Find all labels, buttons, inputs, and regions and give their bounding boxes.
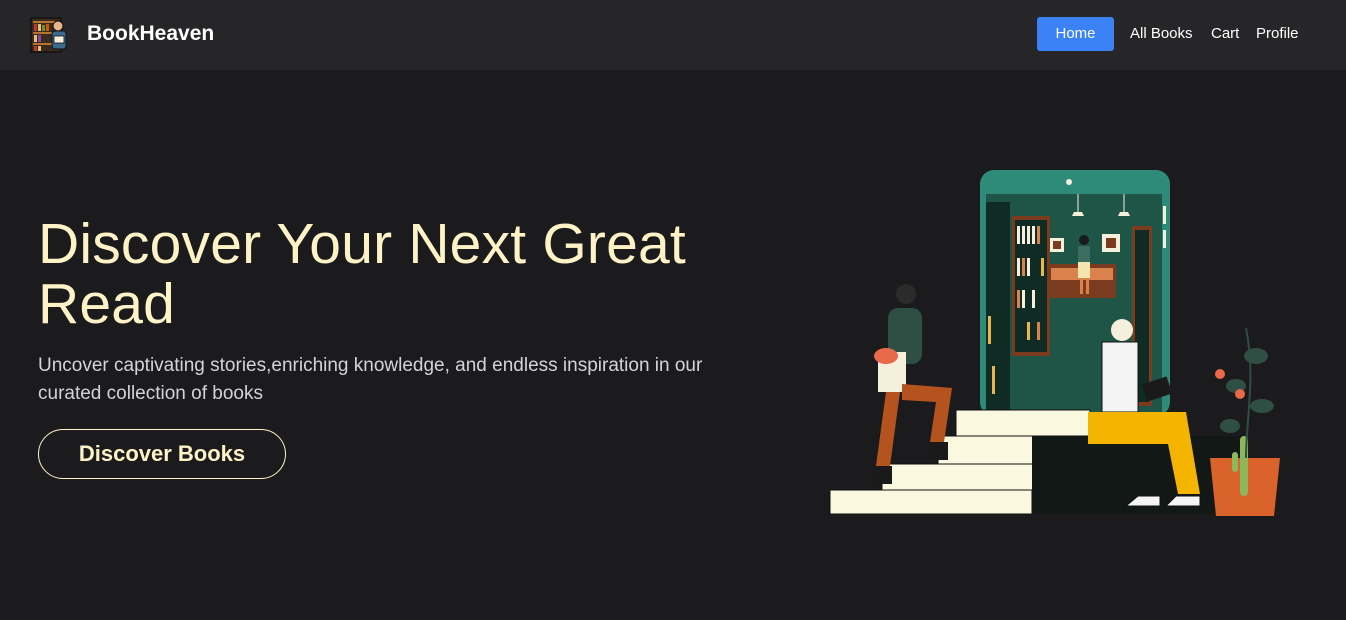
nav-home-button[interactable]: Home (1037, 17, 1114, 51)
hero-subtitle: Uncover captivating stories,enriching kn… (38, 355, 703, 404)
nav-all-books-link[interactable]: All Books (1130, 17, 1193, 51)
discover-books-button[interactable]: Discover Books (38, 429, 286, 479)
navbar: BookHeaven Home All Books Cart Profile (0, 0, 1346, 70)
nav-cart-link[interactable]: Cart (1211, 17, 1239, 51)
people-reading-phone-library-illustration (829, 170, 1280, 516)
nav-links: Home All Books Cart Profile (0, 17, 1346, 51)
hero-title: Discover Your Next Great Read (38, 212, 686, 336)
nav-profile-link[interactable]: Profile (1256, 17, 1299, 51)
